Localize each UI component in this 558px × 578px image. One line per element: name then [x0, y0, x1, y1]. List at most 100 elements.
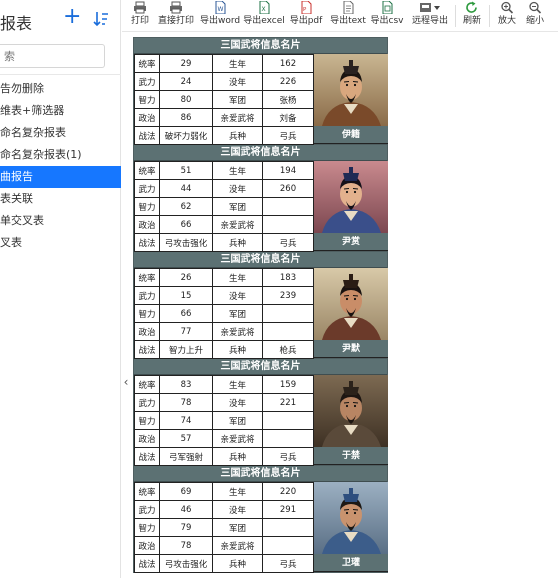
leadership-value: 29: [159, 54, 213, 73]
death-year-value: 239: [262, 286, 314, 305]
zoom-out-button[interactable]: 缩小: [523, 1, 547, 31]
intelligence-label: 智力: [134, 411, 160, 430]
remote-export-icon: [420, 3, 440, 12]
troop-type-label: 兵种: [212, 554, 263, 573]
refresh-icon: [466, 1, 477, 13]
general-card: 三国武将信息名片 统率 83 生年 159 武力 78 没年 221 智力 74…: [133, 358, 388, 466]
export-csv-label: 导出csv: [370, 16, 404, 26]
zoom-in-label: 放大: [497, 16, 516, 26]
strength-label: 武力: [134, 72, 160, 91]
general-portrait-image: [314, 161, 388, 233]
tactic-value: 弓军强射: [159, 447, 213, 466]
general-name: 尹赏: [313, 233, 388, 251]
politics-label: 政治: [134, 322, 160, 341]
birth-year-value: 183: [262, 268, 314, 287]
direct-print-button[interactable]: 直接打印: [157, 1, 195, 31]
general-name: 卫瓘: [313, 554, 388, 572]
general-name: 于禁: [313, 447, 388, 465]
remote-export-button[interactable]: 远程导出: [410, 1, 450, 31]
tactic-value: 弓攻击强化: [159, 233, 213, 252]
sidebar-header: 报表 +: [0, 0, 120, 38]
table-row: 战法 弓攻击强化 兵种 弓兵: [134, 233, 314, 252]
export-word-button[interactable]: W 导出word: [200, 1, 240, 31]
strength-value: 24: [159, 72, 213, 91]
general-portrait-image: [314, 482, 388, 554]
politics-value: 78: [159, 536, 213, 555]
general-portrait: [313, 161, 388, 233]
sidebar-item[interactable]: 维表+筛选器: [0, 100, 121, 122]
toolbar-divider: [489, 5, 490, 27]
leadership-value: 69: [159, 482, 213, 501]
birth-year-value: 194: [262, 161, 314, 180]
sort-icon[interactable]: [93, 10, 109, 28]
sidebar-search-input[interactable]: [0, 44, 105, 68]
army-value: [262, 197, 314, 216]
sidebar-item[interactable]: 叉表: [0, 232, 121, 254]
table-row: 政治 66 亲爱武将: [134, 215, 314, 234]
intelligence-value: 62: [159, 197, 213, 216]
birth-year-value: 220: [262, 482, 314, 501]
refresh-label: 刷新: [462, 16, 481, 26]
favorite-general-label: 亲爱武将: [212, 429, 263, 448]
table-row: 统率 29 生年 162: [134, 54, 314, 73]
general-portrait: [313, 482, 388, 554]
favorite-general-value: [262, 429, 314, 448]
favorite-general-label: 亲爱武将: [212, 108, 263, 127]
card-body: 统率 83 生年 159 武力 78 没年 221 智力 74 军团 政治 57…: [134, 375, 388, 466]
sidebar-item[interactable]: 告勿删除: [0, 78, 121, 100]
sidebar-item[interactable]: 单交叉表: [0, 210, 121, 232]
leadership-label: 统率: [134, 375, 160, 394]
collapse-sidebar-icon[interactable]: ‹: [121, 368, 131, 396]
strength-value: 46: [159, 500, 213, 519]
intelligence-value: 80: [159, 90, 213, 109]
zoom-in-button[interactable]: 放大: [495, 1, 519, 31]
troop-type-label: 兵种: [212, 340, 263, 359]
troop-type-value: 弓兵: [262, 126, 314, 145]
table-row: 智力 79 军团: [134, 518, 314, 537]
sidebar-item[interactable]: 曲报告: [0, 166, 121, 188]
csv-file-icon: [382, 1, 393, 14]
export-pdf-button[interactable]: P 导出pdf: [288, 1, 324, 31]
death-year-label: 没年: [212, 393, 263, 412]
army-value: [262, 304, 314, 323]
print-button[interactable]: 打印: [128, 1, 152, 31]
sidebar-item[interactable]: 命名复杂报表: [0, 122, 121, 144]
general-card: 三国武将信息名片 统率 69 生年 220 武力 46 没年 291 智力 79…: [133, 465, 388, 573]
army-label: 军团: [212, 197, 263, 216]
sidebar-item[interactable]: 命名复杂报表(1): [0, 144, 121, 166]
birth-year-label: 生年: [212, 161, 263, 180]
remote-export-label: 远程导出: [411, 16, 448, 26]
table-row: 智力 74 军团: [134, 411, 314, 430]
favorite-general-value: [262, 322, 314, 341]
card-body: 统率 51 生年 194 武力 44 没年 260 智力 62 军团 政治 66…: [134, 161, 388, 252]
export-csv-button[interactable]: 导出csv: [369, 1, 405, 31]
tactic-label: 战法: [134, 126, 160, 145]
general-stats-table: 统率 26 生年 183 武力 15 没年 239 智力 66 军团 政治 77…: [134, 268, 314, 359]
card-title: 三国武将信息名片: [134, 252, 387, 268]
sidebar-item[interactable]: 表关联: [0, 188, 121, 210]
tactic-label: 战法: [134, 447, 160, 466]
death-year-value: 291: [262, 500, 314, 519]
sidebar-report-list: 告勿删除 维表+筛选器 命名复杂报表 命名复杂报表(1) 曲报告 表关联 单交叉表 叉表: [0, 78, 121, 254]
leadership-value: 51: [159, 161, 213, 180]
export-text-button[interactable]: 导出text: [329, 1, 367, 31]
birth-year-value: 162: [262, 54, 314, 73]
export-excel-label: 导出excel: [243, 16, 285, 26]
troop-type-label: 兵种: [212, 233, 263, 252]
export-excel-button[interactable]: X 导出excel: [243, 1, 285, 31]
politics-value: 57: [159, 429, 213, 448]
general-portrait-image: [314, 54, 388, 126]
politics-value: 66: [159, 215, 213, 234]
general-name: 伊籍: [313, 126, 388, 144]
death-year-label: 没年: [212, 179, 263, 198]
army-label: 军团: [212, 518, 263, 537]
refresh-button[interactable]: 刷新: [460, 1, 484, 31]
army-label: 军团: [212, 411, 263, 430]
add-icon[interactable]: +: [63, 6, 81, 28]
favorite-general-label: 亲爱武将: [212, 215, 263, 234]
table-row: 政治 77 亲爱武将: [134, 322, 314, 341]
birth-year-label: 生年: [212, 482, 263, 501]
svg-text:X: X: [262, 6, 266, 13]
troop-type-value: 弓兵: [262, 447, 314, 466]
table-row: 政治 78 亲爱武将: [134, 536, 314, 555]
